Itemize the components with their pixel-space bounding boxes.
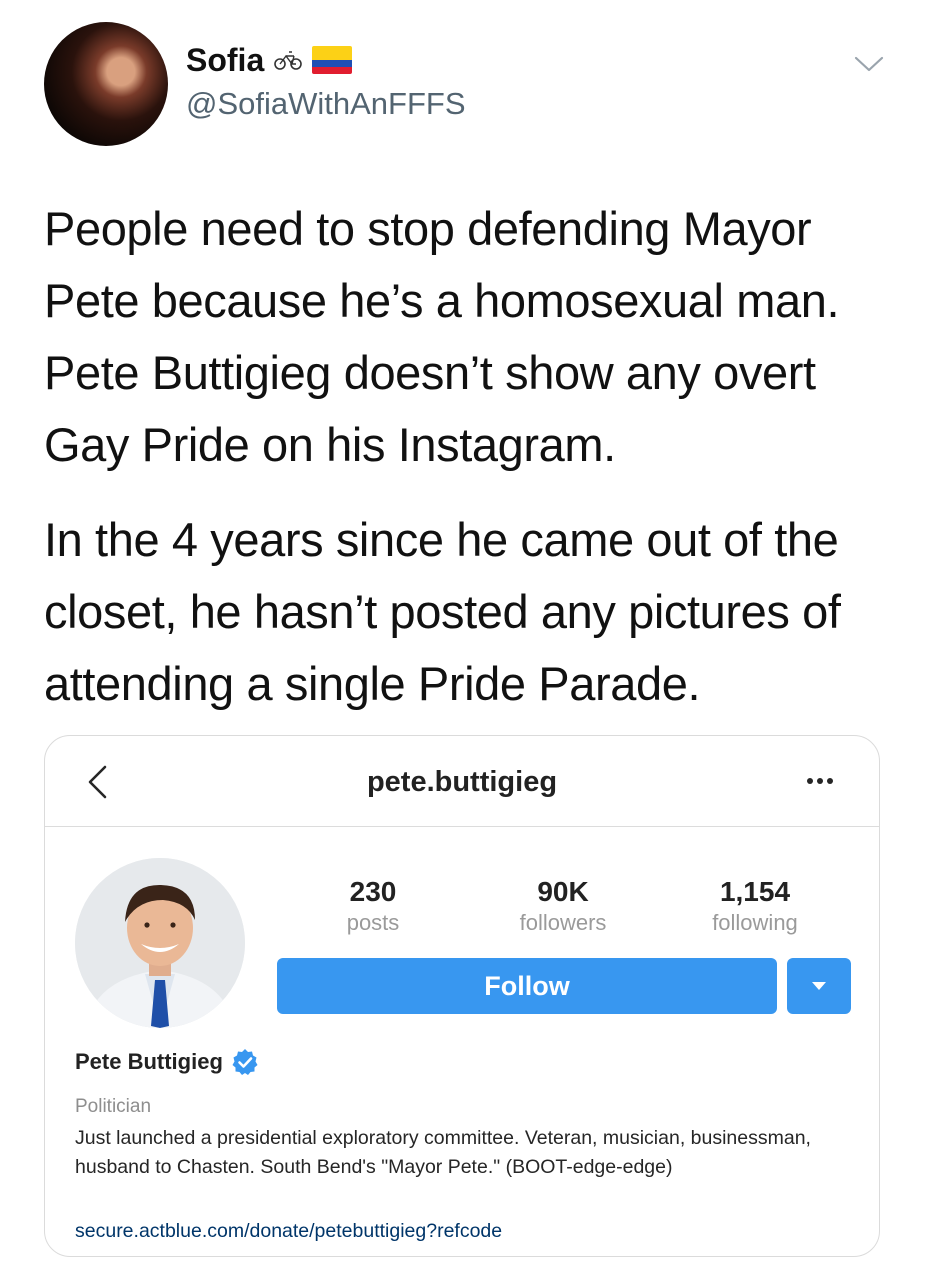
more-options-icon[interactable] <box>805 776 835 786</box>
header-divider <box>45 826 879 827</box>
stat-value: 90K <box>537 876 589 907</box>
profile-bio: Just launched a presidential exploratory… <box>75 1127 811 1178</box>
stat-value: 230 <box>349 876 397 907</box>
colombia-flag-icon <box>312 46 353 74</box>
verified-badge-icon <box>232 1049 258 1075</box>
profile-avatar[interactable] <box>75 858 245 1028</box>
stat-label: posts <box>346 910 400 935</box>
profile-photo-illustration <box>75 858 245 1028</box>
follow-button[interactable]: Follow <box>277 958 777 1014</box>
stat-value: 1,154 <box>719 876 791 907</box>
name-row: Sofia <box>186 40 353 80</box>
profile-full-name: Pete Buttigieg <box>75 1049 223 1074</box>
user-avatar[interactable] <box>44 22 168 146</box>
stat-followers[interactable]: 90K followers <box>463 876 663 938</box>
caret-down-icon <box>812 982 826 990</box>
profile-category: Politician <box>75 1096 152 1117</box>
stat-following[interactable]: 1,154 following <box>655 876 855 938</box>
chevron-down-icon[interactable] <box>852 52 886 76</box>
tweet-text-paragraph-2: In the 4 years since he came out of the … <box>44 513 841 710</box>
display-name[interactable]: Sofia <box>186 42 264 79</box>
bicycle-icon <box>274 51 303 70</box>
instagram-profile-card: pete.buttigieg 230 posts 90K followers 1… <box>44 735 880 1257</box>
user-handle[interactable]: @SofiaWithAnFFFS <box>186 86 466 122</box>
full-name-row: Pete Buttigieg <box>75 1048 259 1076</box>
stat-label: following <box>712 910 798 935</box>
follow-dropdown-button[interactable] <box>787 958 851 1014</box>
profile-link[interactable]: secure.actblue.com/donate/petebuttigieg?… <box>75 1220 502 1243</box>
stat-label: followers <box>519 910 607 935</box>
instagram-username: pete.buttigieg <box>366 766 558 798</box>
stat-posts[interactable]: 230 posts <box>273 876 473 938</box>
tweet-text-paragraph-1: People need to stop defending Mayor Pete… <box>44 202 840 471</box>
